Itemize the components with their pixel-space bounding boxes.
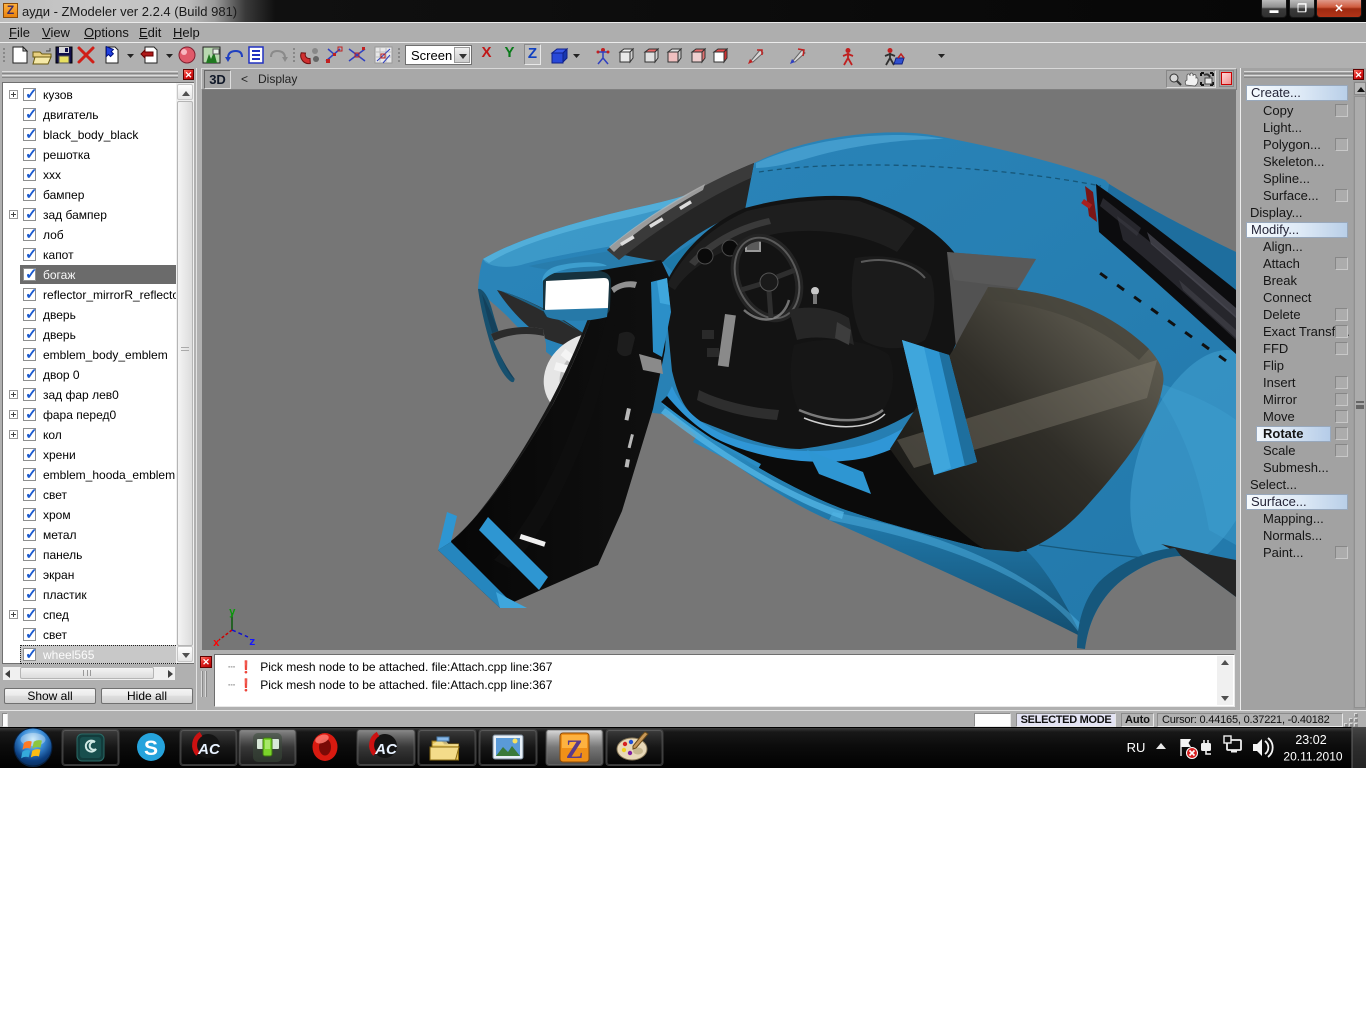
svg-text:x: x: [213, 638, 220, 647]
svg-text:z: z: [249, 637, 256, 647]
svg-text:Z: Z: [566, 735, 583, 764]
svg-text:RU: RU: [1127, 740, 1146, 755]
svg-text:y: y: [229, 607, 236, 619]
svg-text:20.11.2010: 20.11.2010: [1283, 750, 1342, 764]
svg-text:AC: AC: [374, 741, 398, 758]
svg-text:23:02: 23:02: [1295, 733, 1326, 747]
svg-text:AC: AC: [197, 741, 221, 758]
svg-text:S: S: [144, 737, 158, 760]
